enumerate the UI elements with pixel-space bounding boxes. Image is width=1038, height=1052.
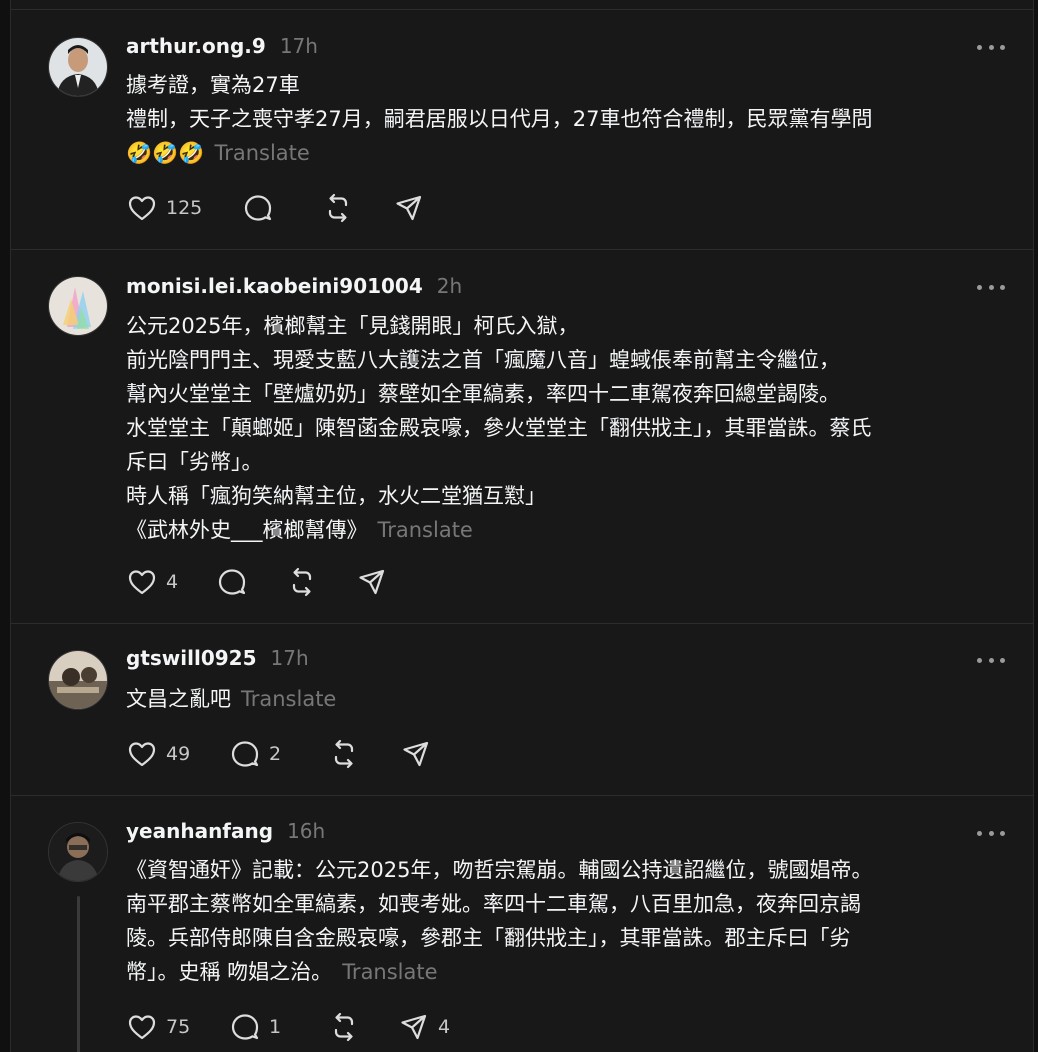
repost-button[interactable] — [286, 566, 326, 598]
username[interactable]: monisi.lei.kaobeini901004 — [126, 274, 423, 298]
repost-button[interactable] — [328, 738, 368, 770]
post-text-line: 前光陰門門主、現愛支藍八大護法之首「瘋魔八音」蝗蜮倀奉前幫主令繼位， — [126, 348, 840, 372]
comment-button[interactable]: 1 — [229, 1011, 281, 1043]
post: arthur.ong.9 17h 據考證，實為27車 禮制，天子之喪守孝27月，… — [11, 9, 1033, 249]
post-text: 公元2025年，檳榔幫主「見錢開眼」柯氏入獄， 前光陰門門主、現愛支藍八大護法之… — [126, 309, 1006, 547]
post-text-line: 文昌之亂吧 — [126, 687, 231, 711]
translate-link[interactable]: Translate — [214, 141, 309, 165]
timestamp[interactable]: 17h — [271, 646, 309, 670]
share-button[interactable] — [356, 566, 396, 598]
avatar[interactable] — [48, 276, 108, 336]
like-button[interactable]: 125 — [126, 192, 202, 224]
repost-icon — [292, 567, 312, 597]
more-icon[interactable] — [977, 37, 1005, 57]
reply-count: 1 — [269, 1016, 282, 1038]
username[interactable]: gtswill0925 — [126, 646, 257, 670]
avatar[interactable] — [48, 822, 108, 882]
share-icon — [403, 741, 429, 767]
like-count: 125 — [166, 197, 203, 219]
like-count: 49 — [166, 743, 191, 765]
post: monisi.lei.kaobeini901004 2h 公元2025年，檳榔幫… — [11, 249, 1033, 623]
feed: arthur.ong.9 17h 據考證，實為27車 禮制，天子之喪守孝27月，… — [10, 0, 1034, 1052]
avatar[interactable] — [48, 37, 108, 97]
translate-link[interactable]: Translate — [241, 687, 336, 711]
like-count: 4 — [166, 571, 179, 593]
post-text-line: 幣」。史稱 吻娼之治。 — [126, 960, 333, 984]
share-icon — [396, 195, 422, 221]
post-text-line: 時人稱「瘋狗笑納幫主位，水火二堂猶互懟」 — [126, 484, 546, 508]
post-text-line: 《資智通奸》記載：公元2025年，吻哲宗駕崩。輔國公持遺詔繼位，號國娼帝。 — [126, 858, 873, 882]
translate-link[interactable]: Translate — [378, 518, 473, 542]
username[interactable]: arthur.ong.9 — [126, 34, 266, 58]
avatar[interactable] — [48, 650, 108, 710]
post-text-line: 南平郡主蔡幣如全軍縞素，如喪考妣。率四十二車駕，八百里加急，夜奔回京謁 — [126, 892, 861, 916]
post-text-line: 公元2025年，檳榔幫主「見錢開眼」柯氏入獄， — [126, 314, 579, 338]
repost-icon — [334, 739, 354, 769]
post-text-line: 水堂堂主「顛螂姬」陳智菡金殿哀嚎，參火堂堂主「翻供戕主」，其罪當誅。蔡氏 — [126, 416, 872, 440]
timestamp[interactable]: 17h — [280, 34, 318, 58]
thread-line — [77, 896, 80, 1052]
share-button[interactable] — [393, 192, 433, 224]
repost-button[interactable] — [328, 1011, 368, 1043]
share-icon — [401, 1014, 427, 1040]
username[interactable]: yeanhanfang — [126, 819, 273, 843]
post-text-line: 據考證，實為27車 — [126, 73, 300, 97]
comment-button[interactable] — [242, 192, 282, 224]
timestamp[interactable]: 2h — [437, 274, 462, 298]
post-text-line: 陵。兵部侍郎陳自含金殿哀嚎，參郡主「翻供戕主」，其罪當誅。郡主斥曰「劣 — [126, 926, 851, 950]
more-icon[interactable] — [977, 823, 1005, 843]
post-text: 《資智通奸》記載：公元2025年，吻哲宗駕崩。輔國公持遺詔繼位，號國娼帝。 南平… — [126, 853, 1006, 989]
share-button[interactable] — [400, 738, 440, 770]
comment-icon — [244, 195, 272, 221]
post-text-line: 幫內火堂堂主「壁爐奶奶」蔡壁如全軍縞素，率四十二車駕夜奔回總堂謁陵。 — [126, 382, 840, 406]
comment-icon — [218, 569, 246, 595]
like-button[interactable]: 75 — [126, 1011, 190, 1043]
comment-button[interactable]: 2 — [229, 738, 281, 770]
share-button[interactable]: 4 — [398, 1011, 450, 1043]
heart-icon — [128, 196, 156, 221]
heart-icon — [128, 1015, 156, 1040]
post: yeanhanfang 16h 《資智通奸》記載：公元2025年，吻哲宗駕崩。輔… — [11, 795, 1033, 1052]
repost-icon — [328, 193, 348, 223]
reply-count: 2 — [269, 743, 282, 765]
post-text: 據考證，實為27車 禮制，天子之喪守孝27月，嗣君居服以日代月，27車也符合禮制… — [126, 68, 1006, 170]
comment-icon — [231, 1014, 259, 1040]
comment-button[interactable] — [216, 566, 256, 598]
post-text-line: 斥曰「劣幣」。 — [126, 450, 263, 474]
share-icon — [359, 569, 385, 595]
repost-button[interactable] — [322, 192, 362, 224]
post-text-line: 《武林外史___檳榔幫傳》 — [126, 518, 368, 542]
timestamp[interactable]: 16h — [287, 819, 325, 843]
like-button[interactable]: 4 — [126, 566, 178, 598]
post: gtswill0925 17h 文昌之亂吧 Translate 49 2 — [11, 623, 1033, 795]
more-icon[interactable] — [977, 277, 1005, 297]
comment-icon — [231, 741, 259, 767]
post-text: 文昌之亂吧 Translate — [126, 682, 1006, 716]
translate-link[interactable]: Translate — [342, 960, 437, 984]
post-text-line: 禮制，天子之喪守孝27月，嗣君居服以日代月，27車也符合禮制，民眾黨有學問 — [126, 107, 873, 131]
heart-icon — [128, 742, 156, 767]
share-count: 4 — [438, 1016, 451, 1038]
post-text-line: 🤣🤣🤣 — [126, 141, 205, 165]
repost-icon — [334, 1012, 354, 1042]
more-icon[interactable] — [977, 650, 1005, 670]
like-count: 75 — [166, 1016, 191, 1038]
heart-icon — [128, 570, 156, 595]
like-button[interactable]: 49 — [126, 738, 190, 770]
